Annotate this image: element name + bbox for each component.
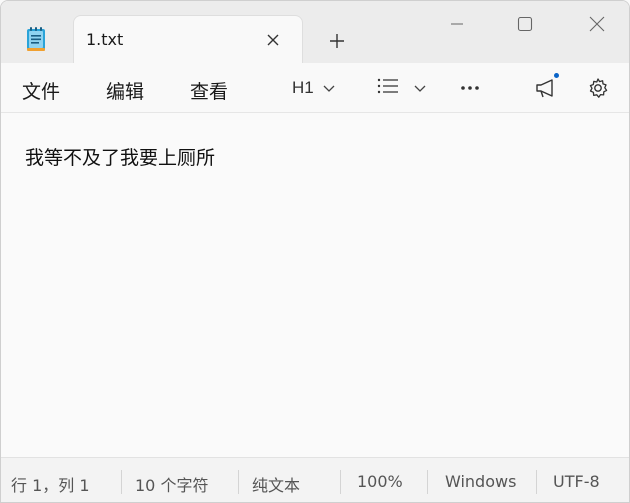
- char-count: 10 个字符: [135, 476, 209, 495]
- close-icon[interactable]: [262, 29, 284, 51]
- tab-1-txt[interactable]: 1.txt: [73, 15, 303, 64]
- status-divider: [340, 470, 341, 494]
- encoding[interactable]: UTF-8: [553, 472, 600, 491]
- tab-title: 1.txt: [86, 30, 124, 49]
- minimize-icon[interactable]: [435, 9, 479, 39]
- editor-content[interactable]: 我等不及了我要上厕所: [25, 143, 215, 170]
- text-editor[interactable]: 我等不及了我要上厕所: [1, 113, 629, 457]
- status-bar: 行 1，列 1 10 个字符 纯文本 100% Windows UTF-8: [1, 457, 629, 502]
- status-divider: [427, 470, 428, 494]
- line-ending[interactable]: Windows: [445, 472, 516, 491]
- chevron-down-icon: [322, 79, 336, 98]
- text-format[interactable]: 纯文本: [252, 472, 300, 496]
- notepad-window: 1.txt 文件 编辑 查看 H1 我等不及了我要上厕所 行 1，列 1 10 …: [0, 0, 630, 503]
- menu-view[interactable]: 查看: [190, 77, 228, 104]
- plus-icon[interactable]: [325, 29, 349, 53]
- status-divider: [121, 470, 122, 494]
- bulleted-list-icon: [377, 78, 399, 98]
- menu-bar: 文件 编辑 查看 H1: [1, 63, 629, 113]
- menu-file[interactable]: 文件: [22, 77, 60, 104]
- heading-dropdown[interactable]: H1: [292, 76, 336, 100]
- chevron-down-icon: [413, 79, 427, 98]
- status-divider: [536, 470, 537, 494]
- status-divider: [238, 470, 239, 494]
- notification-dot: [554, 73, 559, 78]
- cursor-position: 行 1，列 1: [11, 476, 90, 495]
- zoom-level[interactable]: 100%: [357, 472, 403, 491]
- heading-label: H1: [292, 78, 314, 97]
- gear-icon[interactable]: [585, 75, 611, 101]
- title-bar: 1.txt: [1, 1, 629, 64]
- maximize-icon[interactable]: [503, 9, 547, 39]
- list-dropdown[interactable]: [377, 76, 427, 100]
- notepad-icon: [25, 26, 47, 52]
- menu-edit[interactable]: 编辑: [106, 77, 144, 104]
- window-close-icon[interactable]: [575, 9, 619, 39]
- megaphone-icon[interactable]: [533, 73, 559, 101]
- more-icon[interactable]: [459, 77, 481, 99]
